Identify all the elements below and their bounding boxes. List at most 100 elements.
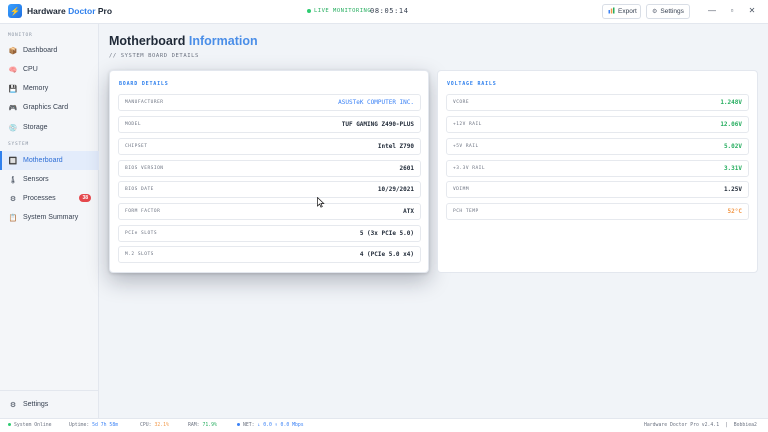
sidebar-item-label: Graphics Card [23, 104, 69, 111]
net-dot-icon [237, 423, 240, 426]
dashboard-icon: 📦 [8, 47, 18, 55]
row-label: MANUFACTURER [125, 100, 164, 105]
settings-label: Settings [660, 8, 684, 15]
row-label: M.2 SLOTS [125, 252, 154, 257]
page-title: Motherboard Information [109, 34, 258, 48]
page-title-accent: Information [188, 34, 258, 48]
minimize-button[interactable]: — [706, 6, 718, 15]
maximize-button[interactable]: ▫ [726, 6, 738, 15]
board-row-model: MODEL TUF GAMING Z490-PLUS [118, 116, 421, 133]
row-value: 52°C [727, 208, 742, 215]
board-details-title: BOARD DETAILS [119, 81, 169, 87]
sidebar-divider [0, 390, 99, 391]
cpu-value: 32.1% [154, 423, 169, 428]
row-value: 2601 [399, 165, 414, 172]
row-label: MODEL [125, 122, 142, 127]
sidebar-item-settings[interactable]: ⚙ Settings [0, 395, 99, 414]
status-dot-icon [8, 423, 11, 426]
sidebar-item-label: Processes [23, 195, 56, 202]
board-row-form-factor: FORM FACTOR ATX [118, 203, 421, 220]
clipboard-icon: 📋 [8, 214, 18, 222]
uptime-value: 5d 7h 58m [92, 423, 119, 428]
processes-count-badge: 38 [79, 194, 91, 202]
sidebar-item-dashboard[interactable]: 📦 Dashboard [0, 41, 99, 60]
sidebar-item-label: Motherboard [23, 157, 63, 164]
row-label: +12V RAIL [453, 122, 482, 127]
row-value: 10/29/2021 [377, 186, 414, 193]
row-label: VDIMM [453, 187, 470, 192]
live-label: LIVE MONITORING [314, 8, 372, 14]
board-row-chipset: CHIPSET Intel Z790 [118, 138, 421, 155]
voltage-rails-title: VOLTAGE RAILS [447, 81, 497, 87]
gear-icon: ⚙ [652, 9, 658, 15]
voltage-row-pch-temp: PCH TEMP 52°C [446, 203, 749, 220]
sidebar-item-label: Sensors [23, 176, 49, 183]
voltage-rails-card: VOLTAGE RAILS VCORE 1.248V +12V RAIL 12.… [437, 70, 758, 273]
processes-icon: ⚙ [9, 195, 17, 203]
row-value: 1.25V [723, 186, 742, 193]
status-bar: System Online Uptime: 5d 7h 58m CPU: 32.… [0, 418, 768, 432]
net-usage: NET: ↓ 0.0 ↑ 0.0 Mbps [237, 423, 304, 428]
board-row-m2-slots: M.2 SLOTS 4 (PCIe 5.0 x4) [118, 246, 421, 263]
sidebar-item-processes[interactable]: ⚙ Processes 38 [0, 189, 99, 208]
row-label: CHIPSET [125, 144, 148, 149]
sidebar-item-label: Storage [23, 124, 48, 131]
row-value: 1.248V [720, 99, 742, 106]
motherboard-icon: 🔲 [8, 157, 18, 165]
net-value: ↓ 0.0 ↑ 0.0 Mbps [257, 423, 304, 428]
sidebar-item-motherboard[interactable]: 🔲 Motherboard [0, 151, 99, 170]
mouse-cursor-icon [317, 197, 325, 208]
board-details-card: BOARD DETAILS MANUFACTURER ASUSTeK COMPU… [109, 70, 429, 273]
row-value: ATX [403, 208, 414, 215]
version-label: Hardware Doctor Pro v2.4.1 [644, 423, 720, 428]
row-value: 12.06V [720, 121, 742, 128]
row-label: FORM FACTOR [125, 209, 161, 214]
sidebar-item-sensors[interactable]: 🌡 Sensors [0, 170, 99, 189]
ram-value: 71.9% [202, 423, 217, 428]
sidebar-item-system-summary[interactable]: 📋 System Summary [0, 208, 99, 227]
net-label: NET: [243, 423, 255, 428]
sidebar-item-memory[interactable]: 💾 Memory [0, 79, 99, 98]
row-label: BIOS DATE [125, 187, 154, 192]
sidebar-section-system: SYSTEM [8, 142, 30, 147]
settings-button[interactable]: ⚙ Settings [646, 4, 690, 19]
clock: 08:05:14 [370, 7, 409, 15]
sidebar-item-storage[interactable]: 💿 Storage [0, 118, 99, 137]
page-title-main: Motherboard [109, 34, 189, 48]
voltage-row-vdimm: VDIMM 1.25V [446, 181, 749, 198]
board-row-manufacturer: MANUFACTURER ASUSTeK COMPUTER INC. [118, 94, 421, 111]
app-logo-icon: ⚡ [8, 4, 22, 18]
app-title-suffix: Pro [95, 6, 113, 16]
status-separator: | [724, 423, 728, 428]
app-title: Hardware Doctor Pro [27, 6, 112, 16]
ram-usage: RAM: 71.9% [188, 423, 217, 428]
app-title-accent: Doctor [68, 6, 96, 16]
voltage-row-3v3: +3.3V RAIL 3.31V [446, 160, 749, 177]
row-label: PCIe SLOTS [125, 231, 158, 236]
export-button[interactable]: Export [602, 4, 641, 19]
cpu-label: CPU: [140, 423, 152, 428]
row-value: 5.02V [723, 143, 742, 150]
user-label: Bobbiea2 [733, 423, 757, 428]
version-info: Hardware Doctor Pro v2.4.1 | Bobbiea2 [644, 423, 757, 428]
voltage-row-5v: +5V RAIL 5.02V [446, 138, 749, 155]
row-label: PCH TEMP [453, 209, 479, 214]
voltage-row-12v: +12V RAIL 12.06V [446, 116, 749, 133]
voltage-row-vcore: VCORE 1.248V [446, 94, 749, 111]
row-label: +5V RAIL [453, 144, 479, 149]
export-label: Export [618, 8, 637, 15]
row-value: Intel Z790 [377, 143, 414, 150]
sidebar: MONITOR 📦 Dashboard 🧠 CPU 💾 Memory 🎮 Gra… [0, 24, 99, 418]
gpu-icon: 🎮 [8, 104, 18, 112]
board-row-pcie-slots: PCIe SLOTS 5 (3x PCIe 5.0) [118, 225, 421, 242]
sidebar-item-graphics-card[interactable]: 🎮 Graphics Card [0, 98, 99, 117]
uptime-label: Uptime: [69, 423, 90, 428]
sidebar-item-cpu[interactable]: 🧠 CPU [0, 60, 99, 79]
sidebar-item-label: Memory [23, 85, 49, 92]
row-label: BIOS VERSION [125, 166, 164, 171]
cpu-icon: 🧠 [8, 66, 18, 74]
close-button[interactable]: ✕ [746, 6, 758, 15]
sidebar-item-label: CPU [23, 66, 38, 73]
row-value: 4 (PCIe 5.0 x4) [359, 251, 414, 258]
page-subtitle: // SYSTEM BOARD DETAILS [109, 53, 199, 59]
